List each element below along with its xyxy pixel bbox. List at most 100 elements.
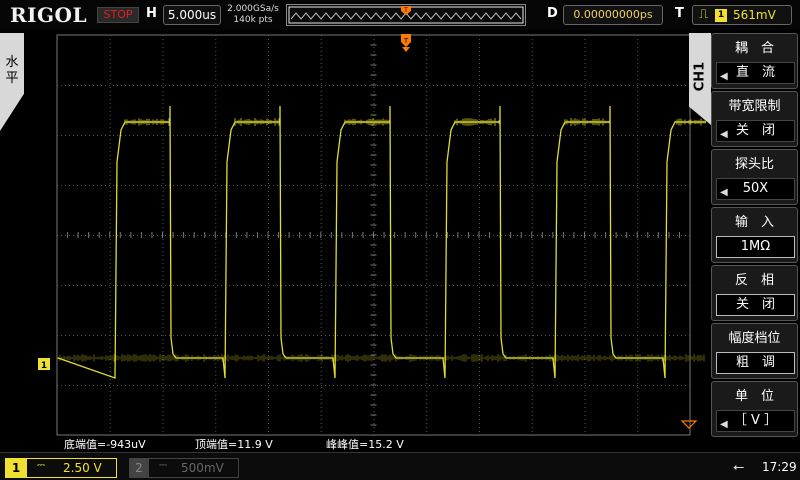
- grid-dot: [531, 103, 533, 104]
- grid-dot: [633, 385, 634, 386]
- menu-item-value[interactable]: 关 闭 ◀: [716, 120, 795, 142]
- grid-dot: [253, 235, 254, 236]
- grid-dot: [129, 385, 130, 386]
- grid-dot: [117, 135, 118, 136]
- grid-dot: [121, 285, 122, 286]
- grid-dot: [269, 235, 270, 236]
- menu-item-value[interactable]: 关 闭: [716, 294, 795, 316]
- grid-dot: [109, 339, 111, 340]
- grid-dot: [584, 231, 586, 232]
- grid-dot: [109, 267, 111, 268]
- grid-dot: [531, 347, 533, 348]
- grid-dot: [297, 185, 298, 186]
- grid-dot: [109, 385, 110, 386]
- trigger-settings-box[interactable]: ⎍ 1 561mV: [692, 5, 792, 25]
- menu-item-value[interactable]: 1MΩ: [716, 236, 795, 258]
- trigger-level-marker-icon[interactable]: [680, 420, 698, 429]
- grid-dot: [268, 67, 269, 68]
- menu-item-3[interactable]: 输 入 1MΩ: [711, 207, 798, 263]
- grid-dot: [268, 303, 269, 304]
- grid-dot: [584, 163, 586, 164]
- grid-dot: [189, 385, 190, 386]
- grid-dot: [685, 185, 686, 186]
- grid-dot: [162, 51, 164, 52]
- grid-dot: [173, 185, 174, 186]
- ch1-badge[interactable]: 1: [5, 458, 27, 478]
- grid-dot: [479, 135, 480, 136]
- grid-dot: [161, 335, 162, 336]
- ch2-scale-box[interactable]: ⎓ 500mV: [149, 458, 239, 478]
- grid-dot: [349, 335, 350, 336]
- grid-dot: [325, 335, 326, 336]
- grid-dot: [373, 339, 375, 340]
- grid-dot: [320, 383, 322, 384]
- grid-dot: [531, 87, 533, 88]
- grid-dot: [201, 135, 202, 136]
- grid-dot: [613, 335, 614, 336]
- grid-dot: [209, 85, 210, 86]
- grid-dot: [637, 275, 639, 276]
- grid-dot: [113, 185, 114, 186]
- grid-dot: [215, 335, 217, 336]
- grid-dot: [557, 235, 558, 236]
- ch2-badge[interactable]: 2: [129, 458, 149, 478]
- grid-dot: [397, 385, 398, 386]
- grid-dot: [625, 335, 626, 336]
- grid-dot: [645, 235, 646, 236]
- grid-dot: [426, 279, 428, 280]
- grid-dot: [549, 385, 550, 386]
- menu-item-value[interactable]: 粗 调: [716, 352, 795, 374]
- grid-dot: [531, 367, 533, 368]
- grid-dot: [215, 363, 217, 364]
- grid-dot: [553, 285, 554, 286]
- grid-dot: [645, 185, 646, 186]
- grid-dot: [637, 59, 639, 60]
- grid-dot: [531, 115, 533, 116]
- grid-dot: [449, 385, 450, 386]
- grid-dot: [373, 431, 375, 432]
- grid-dot: [325, 235, 326, 236]
- grid-dot: [445, 185, 446, 186]
- grid-dot: [341, 135, 342, 136]
- grid-dot: [233, 385, 234, 386]
- menu-item-2[interactable]: 探头比 50X ◀: [711, 149, 798, 205]
- timebase-value[interactable]: 5.000us: [163, 5, 221, 25]
- grid-dot: [105, 185, 106, 186]
- grid-dot: [97, 185, 98, 186]
- grid-dot: [165, 135, 166, 136]
- grid-dot: [541, 335, 542, 336]
- waveform-display[interactable]: T 1: [0, 30, 800, 440]
- grid-dot: [109, 319, 111, 320]
- ch1-scale-box[interactable]: ⎓ 2.50 V: [27, 458, 117, 478]
- grid-dot: [509, 385, 510, 386]
- grid-dot: [469, 185, 470, 186]
- menu-item-5[interactable]: 幅度档位粗 调: [711, 323, 798, 379]
- menu-item-value[interactable]: 直 流 ◀: [716, 62, 795, 84]
- grid-dot: [309, 335, 310, 336]
- grid-dot: [613, 285, 614, 286]
- ch1-offset-marker[interactable]: 1: [38, 358, 50, 371]
- grid-dot: [521, 135, 522, 136]
- menu-item-1[interactable]: 带宽限制关 闭 ◀: [711, 91, 798, 147]
- grid-dot: [268, 347, 269, 348]
- menu-item-4[interactable]: 反 相关 闭: [711, 265, 798, 321]
- grid-dot: [453, 335, 454, 336]
- menu-item-value[interactable]: 50X ◀: [716, 178, 795, 200]
- grid-dot: [105, 285, 106, 286]
- menu-item-value[interactable]: ［ V ］ ◀: [716, 410, 795, 432]
- grid-dot: [581, 335, 582, 336]
- grid-dot: [584, 399, 586, 400]
- grid-dot: [531, 251, 533, 252]
- grid-dot: [285, 285, 286, 286]
- grid-dot: [373, 247, 375, 248]
- grid-dot: [401, 235, 402, 236]
- menu-item-0[interactable]: 耦 合直 流 ◀: [711, 33, 798, 89]
- grid-dot: [373, 63, 375, 64]
- grid-dot: [357, 185, 358, 186]
- trigger-offset-value[interactable]: 0.00000000ps: [563, 5, 663, 25]
- grid-dot: [426, 379, 428, 380]
- memory-overview-bar[interactable]: T: [286, 4, 526, 26]
- menu-item-6[interactable]: 单 位 ［ V ］ ◀: [711, 381, 798, 437]
- grid-dot: [373, 427, 375, 428]
- run-stop-status[interactable]: STOP: [97, 7, 139, 23]
